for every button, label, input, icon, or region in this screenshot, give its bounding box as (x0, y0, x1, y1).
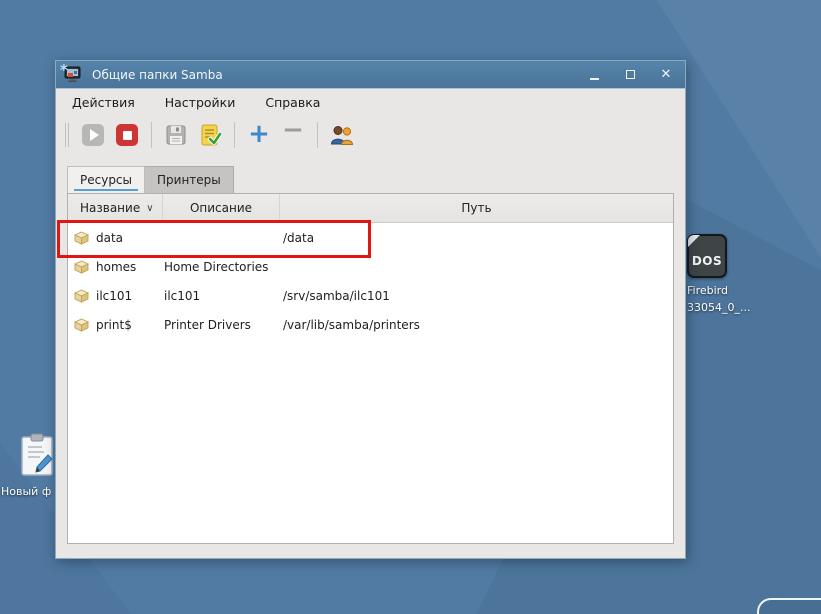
cell-share-name: ilc101 (68, 288, 163, 304)
column-header-path[interactable]: Путь (280, 194, 673, 222)
app-icon: * (60, 61, 84, 84)
table-body: data/data homes Home Directories ilc101 ilc1… (68, 223, 673, 543)
toolbar-separator (151, 122, 152, 148)
minimize-icon (589, 77, 599, 80)
stop-button[interactable] (113, 121, 141, 149)
cell-share-description: ilc101 (164, 288, 201, 303)
sort-descending-icon: ∨ (146, 202, 154, 214)
cell-share-path: /var/lib/samba/printers (283, 317, 420, 332)
share-name-text: data (96, 230, 124, 245)
shares-table: Название ∨ Описание Путь data/data homes H… (67, 193, 674, 544)
table-row-homes[interactable]: homes Home Directories (68, 252, 673, 281)
share-package-icon (73, 318, 90, 332)
share-name-text: ilc101 (96, 288, 133, 303)
close-button[interactable]: ✕ (659, 68, 673, 82)
users-icon (330, 126, 354, 145)
window-title: Общие папки Samba (92, 67, 223, 82)
cell-share-description: Home Directories (164, 259, 269, 274)
cell-share-name: homes (68, 259, 163, 275)
desktop: { "desktop": { "background_color": "#527… (0, 0, 821, 614)
column-header-description[interactable]: Описание (163, 194, 280, 222)
add-share-button[interactable]: + (245, 121, 273, 149)
minimize-button[interactable] (587, 68, 601, 82)
cell-share-description: Printer Drivers (164, 317, 251, 332)
share-package-icon (73, 231, 90, 245)
dos-file-icon: DOS (687, 234, 727, 278)
menu-help[interactable]: Справка (263, 92, 322, 113)
run-button[interactable] (79, 121, 107, 149)
toolbar-separator (317, 122, 318, 148)
panel-corner-outline (757, 598, 821, 614)
maximize-icon (625, 70, 635, 79)
minus-icon: − (282, 115, 304, 145)
cell-share-name: data (68, 230, 163, 246)
modified-asterisk: * (60, 60, 68, 79)
menu-settings[interactable]: Настройки (163, 92, 238, 113)
tab-bar: Ресурсы Принтеры (56, 166, 685, 193)
close-icon: ✕ (660, 67, 672, 82)
desktop-icon-label-line1: Firebird (687, 284, 728, 297)
table-row-data[interactable]: data/data (68, 223, 673, 252)
share-name-text: homes (96, 259, 137, 274)
toolbar: + − (56, 115, 685, 155)
cell-share-path: /data (283, 230, 315, 245)
save-icon (166, 125, 186, 145)
toolbar-drag-handle[interactable] (65, 123, 69, 147)
desktop-icon-label-new-file: Новый ф (1, 485, 52, 498)
menu-actions[interactable]: Действия (70, 92, 137, 113)
stop-icon (116, 124, 138, 146)
desktop-icon-label-line2: 33054_0_... (687, 301, 751, 314)
dos-file-icon-text: DOS (691, 254, 723, 268)
apply-button[interactable] (196, 121, 224, 149)
apply-icon (201, 124, 222, 146)
table-row-print[interactable]: print$ Printer Drivers/var/lib/samba/prin… (68, 310, 673, 339)
desktop-icon-firebird-dos-file[interactable]: DOS Firebird 33054_0_... (687, 234, 750, 316)
folded-corner-icon (688, 235, 700, 247)
save-button[interactable] (162, 121, 190, 149)
samba-shares-window: * Общие папки Samba ✕ Действия Настройки… (55, 60, 686, 559)
clipboard-pencil-icon (21, 433, 53, 476)
column-header-name[interactable]: Название ∨ (68, 194, 163, 222)
maximize-button[interactable] (623, 68, 637, 82)
titlebar[interactable]: * Общие папки Samba ✕ (56, 61, 685, 89)
table-row-ilc101[interactable]: ilc101 ilc101/srv/samba/ilc101 (68, 281, 673, 310)
share-package-icon (73, 289, 90, 303)
menu-bar: Действия Настройки Справка (56, 89, 685, 115)
tab-resources[interactable]: Ресурсы (67, 166, 146, 193)
users-button[interactable] (328, 121, 356, 149)
column-header-name-label: Название (80, 201, 141, 215)
remove-share-button[interactable]: − (279, 117, 307, 149)
cell-share-name: print$ (68, 317, 163, 333)
table-header: Название ∨ Описание Путь (68, 194, 673, 223)
cell-share-path: /srv/samba/ilc101 (283, 288, 390, 303)
share-package-icon (73, 260, 90, 274)
desktop-icon-new-file[interactable] (20, 433, 54, 481)
share-name-text: print$ (96, 317, 132, 332)
tab-printers[interactable]: Принтеры (145, 166, 234, 193)
run-icon (82, 124, 104, 146)
plus-icon: + (248, 118, 270, 149)
toolbar-separator (234, 122, 235, 148)
